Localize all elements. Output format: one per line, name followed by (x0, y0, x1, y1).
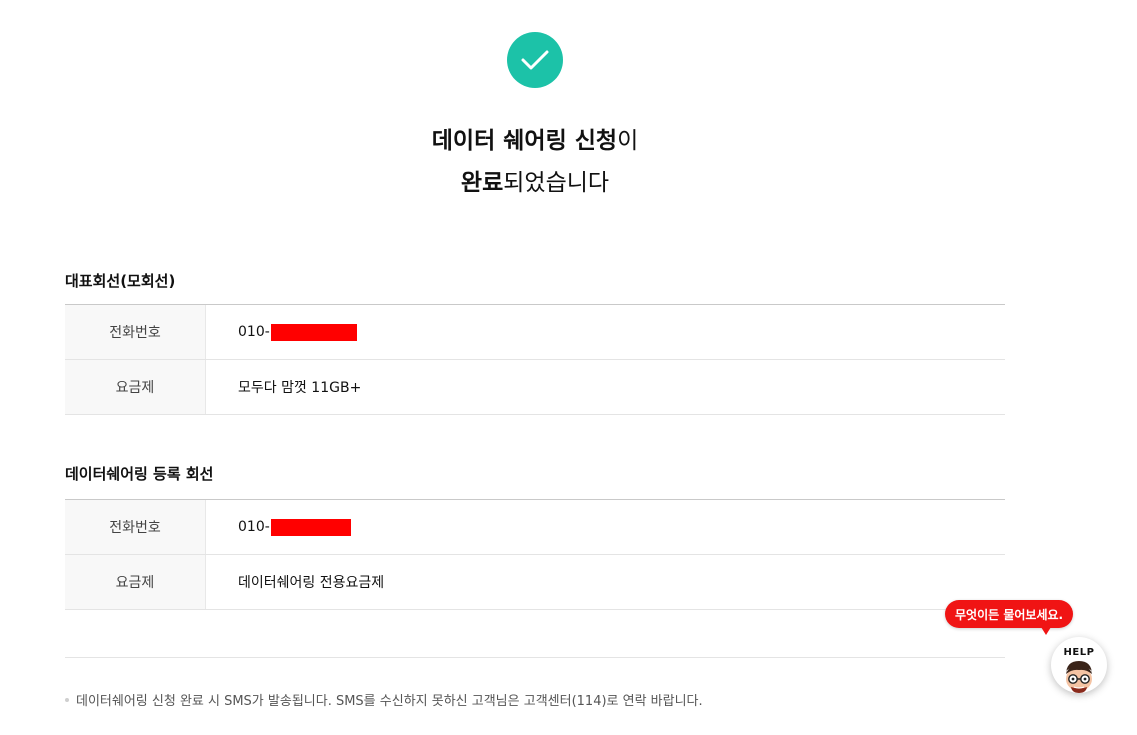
success-check-icon (507, 32, 563, 88)
phone-value: 010- (206, 305, 1005, 359)
notice-text: 데이터쉐어링 신청 완료 시 SMS가 발송됩니다. SMS를 수신하지 못하신… (76, 694, 703, 709)
phone-prefix: 010- (238, 519, 270, 535)
sms-notice: 데이터쉐어링 신청 완료 시 SMS가 발송됩니다. SMS를 수신하지 못하신… (65, 690, 703, 709)
sharing-line-table: 전화번호 010- 요금제 데이터쉐어링 전용요금제 (65, 499, 1005, 610)
phone-value: 010- (206, 500, 1005, 554)
title-rest-text: 이 (617, 128, 639, 154)
title-bold-text: 데이터 쉐어링 신청 (431, 128, 618, 154)
help-button[interactable]: HELP (1051, 637, 1107, 693)
sharing-line-title: 데이터쉐어링 등록 회선 (65, 465, 214, 483)
title2-rest-text: 되었습니다 (503, 170, 610, 196)
title2-bold-text: 완료 (460, 170, 504, 196)
plan-value: 모두다 맘껏 11GB+ (238, 380, 362, 396)
help-tooltip-bubble[interactable]: 무엇이든 물어보세요. (945, 600, 1074, 635)
table-row: 요금제 데이터쉐어링 전용요금제 (65, 555, 1005, 610)
help-character-icon (1066, 661, 1092, 693)
plan-value: 데이터쉐어링 전용요금제 (238, 575, 385, 591)
plan-label: 요금제 (65, 360, 206, 414)
bullet-icon (65, 697, 69, 702)
table-row: 전화번호 010- (65, 500, 1005, 555)
redacted-block (270, 518, 351, 536)
phone-prefix: 010- (238, 324, 270, 340)
redacted-block (270, 323, 357, 341)
representative-line-table: 전화번호 010- 요금제 모두다 맘껏 11GB+ (65, 304, 1005, 415)
completion-title-line2: 완료되었습니다 (0, 162, 1070, 204)
representative-line-title: 대표회선(모회선) (65, 272, 176, 290)
plan-label: 요금제 (65, 555, 206, 609)
completion-title-line1: 데이터 쉐어링 신청이 (0, 120, 1070, 162)
check-icon (521, 50, 549, 70)
phone-label: 전화번호 (65, 500, 206, 554)
phone-label: 전화번호 (65, 305, 206, 359)
divider (65, 657, 1005, 658)
table-row: 전화번호 010- (65, 305, 1005, 360)
page: 데이터 쉐어링 신청이 완료되었습니다 대표회선(모회선) 전화번호 010- … (0, 0, 1137, 735)
table-row: 요금제 모두다 맘껏 11GB+ (65, 360, 1005, 415)
